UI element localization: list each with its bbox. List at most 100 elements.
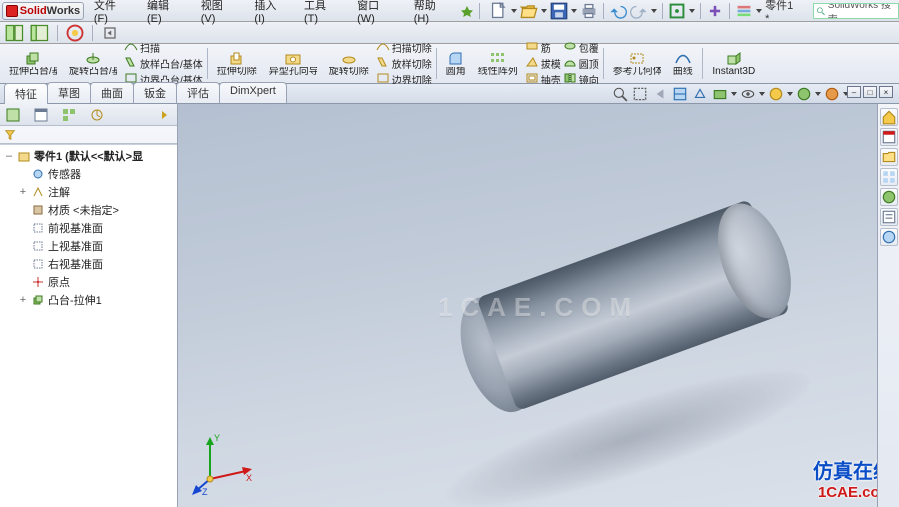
view-orient-icon[interactable] [691,86,709,102]
fm-tab-config[interactable] [60,106,78,124]
tree-front-plane[interactable]: 前视基准面 [0,219,177,237]
axis-x-label: X [246,473,252,483]
revolve-cut-button[interactable]: 旋转切除 [324,46,374,81]
chevron-down-icon[interactable] [815,92,821,96]
expand-button[interactable] [99,23,121,43]
chevron-down-icon[interactable] [759,92,765,96]
appearance-button[interactable] [64,23,86,43]
save-button[interactable] [549,2,569,20]
section-view-icon[interactable] [671,86,689,102]
prev-view-icon[interactable] [651,86,669,102]
pin-icon[interactable] [460,4,474,18]
open-dropdown[interactable] [540,9,548,13]
tab-sheetmetal[interactable]: 钣金 [133,82,177,103]
redo-dropdown[interactable] [650,9,658,13]
close-button[interactable]: × [879,86,893,98]
sweep-cut-button[interactable]: 扫描切除 [392,40,432,55]
display-style-icon[interactable] [711,86,729,102]
fm-splitter-icon[interactable] [155,106,173,124]
command-manager: 拉伸凸台/基... 旋转凸台/基... 扫描 放样凸台/基体 边界凸台/基体 拉… [0,44,899,84]
maximize-button[interactable]: □ [863,86,877,98]
rail-design-lib-icon[interactable] [880,128,898,146]
minimize-button[interactable]: – [847,86,861,98]
extrude-boss-button[interactable]: 拉伸凸台/基... [4,46,62,81]
tab-features[interactable]: 特征 [4,83,48,104]
rail-extra-icon[interactable] [880,228,898,246]
filter-icon[interactable] [4,129,16,141]
watermark: 1CAE.COM [438,292,639,323]
rebuild-button[interactable] [705,2,725,20]
select-dropdown[interactable] [688,9,696,13]
tree-origin[interactable]: 原点 [0,273,177,291]
extrude-cut-button[interactable]: 拉伸切除 [212,46,262,81]
tab-dimxpert[interactable]: DimXpert [219,82,287,103]
select-button[interactable] [667,2,687,20]
open-button[interactable] [519,2,539,20]
scene-icon[interactable] [795,86,813,102]
menu-help[interactable]: 帮助(H) [406,0,458,27]
render-icon[interactable] [823,86,841,102]
zoom-area-icon[interactable] [631,86,649,102]
redo-button[interactable] [629,2,649,20]
loft-cut-button[interactable]: 放样切除 [392,56,432,71]
fm-tab-property[interactable] [32,106,50,124]
curves-button[interactable]: 曲线 [668,46,698,81]
tab-evaluate[interactable]: 评估 [176,82,220,103]
sensor-icon [31,167,45,181]
tree-boss-extrude1[interactable]: +凸台-拉伸1 [0,291,177,309]
menu-insert[interactable]: 插入(I) [246,0,294,27]
rail-custom-props-icon[interactable] [880,208,898,226]
rail-file-explorer-icon[interactable] [880,148,898,166]
appearance-icon[interactable] [767,86,785,102]
tab-sketch[interactable]: 草图 [47,82,91,103]
hide-show-icon[interactable] [739,86,757,102]
fm-tab-dimxpert[interactable] [88,106,106,124]
tree-sensors[interactable]: 传感器 [0,165,177,183]
menu-edit[interactable]: 编辑(E) [139,0,191,27]
tree-root[interactable]: – 零件1 (默认<<默认>显 [0,147,177,165]
tree-right-plane[interactable]: 右视基准面 [0,255,177,273]
zoom-fit-icon[interactable] [611,86,629,102]
orientation-triad[interactable]: Y X Z [188,427,258,497]
dome-button[interactable]: 圆顶 [579,56,599,71]
task-pane-1[interactable] [4,23,26,43]
print-button[interactable] [579,2,599,20]
new-button[interactable] [489,2,509,20]
new-dropdown[interactable] [510,9,518,13]
options-button[interactable] [734,2,754,20]
fillet-button[interactable]: 圆角 [441,46,471,81]
menu-tools[interactable]: 工具(T) [296,0,347,27]
search-box[interactable]: SolidWorks 搜索 [813,3,899,19]
revolve-boss-button[interactable]: 旋转凸台/基... [64,46,122,81]
graphics-viewport[interactable]: 1CAE.COM Y X Z 仿真在线 1CAE.com [178,104,899,507]
draft-button[interactable]: 拔模 [541,56,561,71]
rib-button[interactable]: 筋 [541,40,551,55]
separator [700,3,701,19]
chevron-down-icon[interactable] [731,92,737,96]
undo-button[interactable] [608,2,628,20]
rail-appearances-icon[interactable] [880,188,898,206]
sweep-button[interactable]: 扫描 [140,40,160,55]
linear-pattern-button[interactable]: 线性阵列 [473,46,523,81]
hole-wizard-button[interactable]: 异型孔向导 [264,46,322,81]
tree-top-plane[interactable]: 上视基准面 [0,237,177,255]
model-cylinder[interactable] [425,158,827,500]
menu-view[interactable]: 视图(V) [193,0,245,27]
ref-geom-button[interactable]: 参考几何体 [608,46,666,81]
wrap-button[interactable]: 包覆 [579,40,599,55]
instant3d-button[interactable]: Instant3D [707,46,761,81]
tree-material[interactable]: 材质 <未指定> [0,201,177,219]
loft-boss-button[interactable]: 放样凸台/基体 [140,56,203,71]
rail-home-icon[interactable] [880,108,898,126]
tab-surface[interactable]: 曲面 [90,82,134,103]
chevron-down-icon[interactable] [787,92,793,96]
tree-annotations[interactable]: +注解 [0,183,177,201]
rail-view-palette-icon[interactable] [880,168,898,186]
options-dropdown[interactable] [755,9,763,13]
fm-tab-tree[interactable] [4,106,22,124]
menu-window[interactable]: 窗口(W) [349,0,404,27]
collapse-icon[interactable]: – [4,150,14,162]
feature-tree[interactable]: – 零件1 (默认<<默认>显 传感器 +注解 材质 <未指定> 前视基准面 上… [0,144,177,507]
task-pane-2[interactable] [29,23,51,43]
save-dropdown[interactable] [570,9,578,13]
